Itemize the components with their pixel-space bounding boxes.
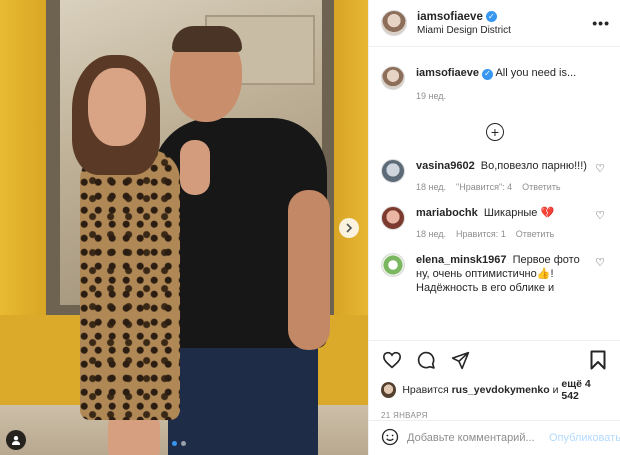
bookmark-icon[interactable]	[587, 349, 609, 371]
comment-input[interactable]	[407, 432, 549, 444]
likes-connector: и	[552, 384, 559, 396]
post-sidebar: iamsofiaeve ✓ Miami Design District ••• …	[368, 0, 620, 455]
load-more-comments: +	[369, 123, 620, 141]
tagged-users-button[interactable]	[6, 430, 26, 450]
comment-body: Шикарные	[483, 207, 538, 219]
publish-button[interactable]: Опубликовать	[549, 432, 620, 444]
comment-text: mariabochk Шикарные 💔	[416, 206, 587, 220]
carousel-next-button[interactable]	[339, 218, 359, 238]
photo-woman-hand	[180, 140, 210, 195]
comment-bubble-icon[interactable]	[415, 349, 437, 371]
comment-likes[interactable]: "Нравится": 4	[456, 182, 512, 192]
comment-meta: 18 нед. Нравится: 1 Ответить	[416, 229, 587, 239]
comment-text: vasina9602 Во,повезло парню!!!)	[416, 159, 587, 173]
plus-circle-icon[interactable]: +	[486, 123, 504, 141]
comment-item: vasina9602 Во,повезло парню!!!) 18 нед. …	[369, 159, 620, 192]
likes-summary[interactable]: Нравится rus_yevdokymenko и ещё 4 542	[381, 378, 609, 402]
user-icon	[12, 436, 20, 445]
author-username-text[interactable]: iamsofiaeve	[417, 11, 483, 23]
comment-like-heart-icon[interactable]: ♡	[595, 162, 605, 175]
photo-man-jeans	[168, 335, 318, 455]
caption-age[interactable]: 19 нед.	[416, 91, 446, 101]
author-username[interactable]: iamsofiaeve ✓	[417, 11, 497, 23]
like-heart-icon[interactable]	[381, 349, 403, 371]
comments-list[interactable]: iamsofiaeve ✓ All you need is... 19 нед. …	[369, 48, 620, 340]
likes-prefix: Нравится	[402, 384, 449, 396]
comment-username[interactable]: elena_minsk1967	[416, 254, 507, 266]
carousel-dot	[181, 441, 186, 446]
chevron-right-icon	[346, 223, 353, 233]
likes-count[interactable]: ещё 4 542	[561, 378, 609, 402]
comment-text: elena_minsk1967 Первое фото ну, очень оп…	[416, 253, 587, 295]
caption-text: iamsofiaeve ✓ All you need is...	[416, 66, 609, 80]
share-paper-plane-icon[interactable]	[449, 349, 471, 371]
comment-meta: 18 нед. "Нравится": 4 Ответить	[416, 182, 587, 192]
photo-woman-face	[88, 68, 146, 146]
author-avatar[interactable]	[381, 10, 407, 36]
comment-likes[interactable]: Нравится: 1	[456, 229, 506, 239]
liker-avatar	[381, 382, 397, 398]
comment-reply-button[interactable]: Ответить	[516, 229, 554, 239]
comment-age[interactable]: 18 нед.	[416, 182, 446, 192]
caption-avatar[interactable]	[381, 66, 405, 90]
comment-like-heart-icon[interactable]: ♡	[595, 256, 605, 269]
action-icons	[381, 349, 609, 371]
photo-man-arm	[288, 190, 330, 350]
comment-body: Во,повезло парню!!!)	[480, 160, 587, 172]
caption-meta: 19 нед.	[416, 91, 609, 101]
comment-reply-button[interactable]: Ответить	[522, 182, 560, 192]
photo-woman-legs	[108, 415, 160, 455]
liker-username[interactable]: rus_yevdokymenko	[452, 384, 550, 396]
verified-badge-icon: ✓	[481, 68, 493, 80]
comment-avatar[interactable]	[381, 159, 405, 183]
post-location[interactable]: Miami Design District	[417, 25, 592, 36]
comment-username[interactable]: mariabochk	[416, 207, 478, 219]
comment-item: mariabochk Шикарные 💔 18 нед. Нравится: …	[369, 206, 620, 239]
post-photo[interactable]	[0, 0, 368, 455]
post-actions: Нравится rus_yevdokymenko и ещё 4 542 21…	[369, 340, 620, 420]
caption-body: All you need is...	[495, 67, 577, 79]
post-caption: iamsofiaeve ✓ All you need is... 19 нед.	[369, 48, 620, 101]
carousel-indicator	[172, 441, 186, 446]
carousel-dot	[172, 441, 177, 446]
emoji-smile-icon[interactable]	[381, 428, 399, 449]
photo-woman-dress	[80, 150, 180, 420]
verified-badge-icon: ✓	[485, 11, 497, 22]
comment-username[interactable]: vasina9602	[416, 160, 475, 172]
comment-item: elena_minsk1967 Первое фото ну, очень оп…	[369, 253, 620, 295]
comment-like-heart-icon[interactable]: ♡	[595, 209, 605, 222]
caption-username[interactable]: iamsofiaeve	[416, 67, 479, 79]
post-header: iamsofiaeve ✓ Miami Design District •••	[369, 0, 620, 47]
broken-heart-emoji-icon: 💔	[540, 207, 555, 219]
more-options-icon[interactable]: •••	[592, 15, 610, 31]
comment-avatar[interactable]	[381, 253, 405, 277]
comment-avatar[interactable]	[381, 206, 405, 230]
photo-man-hair	[172, 26, 242, 52]
comment-age[interactable]: 18 нед.	[416, 229, 446, 239]
add-comment-bar: Опубликовать	[369, 420, 620, 455]
post-date[interactable]: 21 ЯНВАРЯ	[381, 411, 609, 420]
